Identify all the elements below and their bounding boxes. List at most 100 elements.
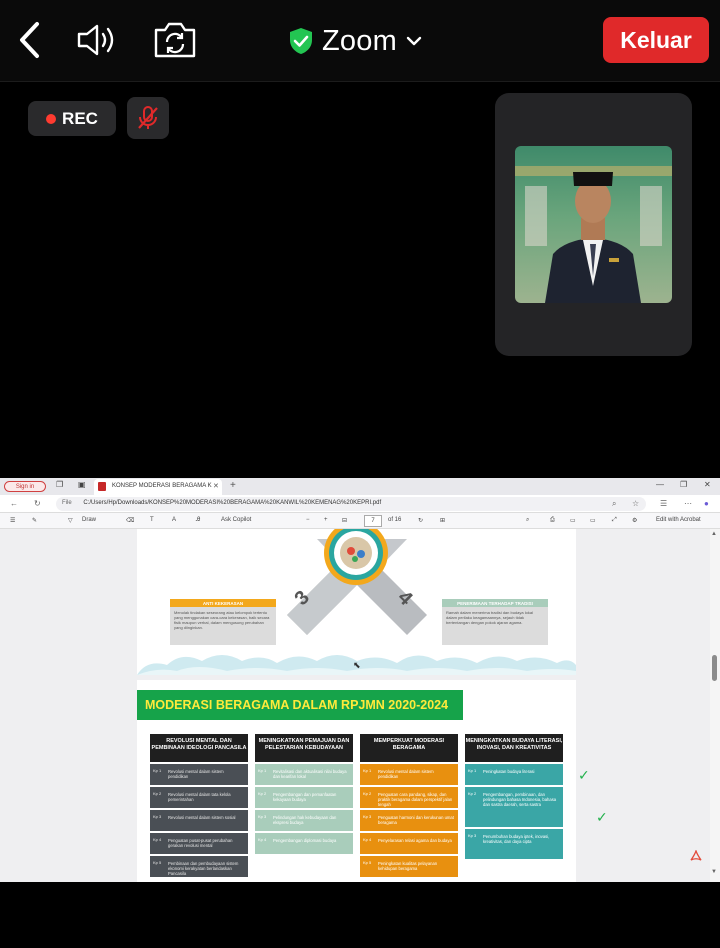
kp-label: Kp 3 (153, 814, 162, 819)
signin-button[interactable]: Sign in (4, 481, 46, 492)
scroll-down-icon[interactable]: ▼ (711, 869, 717, 875)
list-item: Kp 2 Revolusi mental dalam tata kelola pe… (150, 787, 248, 808)
translate-icon[interactable]: Ꭿ (196, 517, 200, 524)
close-window-icon[interactable]: ✕ (704, 480, 711, 489)
zoom-search-icon[interactable]: ⌕ (612, 499, 616, 509)
rec-label: REC (62, 108, 98, 128)
scrollbar-thumb[interactable] (712, 655, 717, 681)
check-annotation-icon: ✓ (596, 809, 608, 825)
add-text-icon[interactable]: T (150, 517, 154, 523)
recording-indicator[interactable]: REC (28, 101, 116, 136)
acrobat-icon[interactable] (690, 850, 702, 862)
draw-label[interactable]: Draw (82, 517, 96, 523)
zoom-in-icon[interactable]: + (324, 517, 328, 523)
pdf-page-rpjmn: MODERASI BERAGAMA DALAM RPJMN 2020-2024 … (137, 680, 576, 882)
kp-label: Kp 4 (363, 837, 372, 842)
more-options-icon[interactable]: ⋯ (684, 499, 692, 508)
shared-screen[interactable]: Sign in ❐ ▣ KONSEP MODERASI BERAGAMA K ✕… (0, 478, 720, 882)
column-header: MENINGKATKAN PEMAJUAN DAN PELESTARIAN KE… (255, 734, 353, 762)
scrollbar-track[interactable] (710, 529, 720, 882)
read-aloud-icon[interactable]: A (172, 517, 176, 523)
item-text: Revolusi mental dalam sistem sosial (168, 815, 236, 820)
switch-camera-button[interactable] (152, 18, 198, 62)
page-total: of 16 (388, 517, 402, 523)
favorites-icon[interactable]: ☰ (660, 499, 667, 508)
anti-violence-box: ANTI KEKERASAN Menolak tindakan seseoran… (170, 599, 276, 645)
list-item: Kp 4 Pengembangan diplomasi budaya (255, 833, 353, 854)
item-text: Revolusi mental dalam sistem pendidikan (378, 769, 434, 779)
url-text: C:/Users/Hp/Downloads/KONSEP%20MODERASI%… (83, 500, 382, 506)
edit-acrobat-button[interactable]: Edit with Acrobat (656, 517, 701, 523)
pdf-page-top: 3 4 ANTI KEKERASAN Menolak tindakan sese… (137, 529, 576, 675)
meeting-title-dropdown[interactable]: Zoom (288, 20, 423, 62)
speaker-button[interactable] (74, 18, 120, 62)
url-prefix: File (62, 500, 72, 506)
item-text: Revolusi mental dalam tata kelola pemeri… (168, 792, 231, 802)
tab-actions-icon[interactable]: ▣ (78, 480, 86, 489)
ask-copilot-button[interactable]: Ask Copilot (221, 517, 251, 523)
item-text: Pengembangan diplomasi budaya (273, 838, 337, 843)
print-icon[interactable]: ⎙ (550, 517, 555, 524)
list-item: Kp 5 Pembinaan dan pembudayaan sistem eko… (150, 856, 248, 877)
pdf-icon (98, 482, 106, 491)
kp-label: Kp 1 (258, 768, 267, 773)
favorite-star-icon[interactable]: ☆ (632, 499, 639, 508)
rotate-icon[interactable]: ↻ (418, 517, 423, 524)
url-field[interactable]: File C:/Users/Hp/Downloads/KONSEP%20MODE… (56, 497, 646, 511)
zoom-out-icon[interactable]: − (306, 517, 310, 523)
save-icon[interactable]: ▭ (570, 517, 576, 524)
back-button[interactable] (14, 18, 44, 62)
fit-page-icon[interactable]: ⊟ (342, 517, 347, 524)
reload-icon[interactable]: ↻ (34, 499, 41, 508)
check-annotation-icon: ✓ (578, 767, 590, 783)
chevron-down-icon (406, 36, 422, 46)
rpjmn-column: MEMPERKUAT MODERASI BERAGAMA Kp 1 Revolusi… (360, 734, 458, 877)
tab-close-icon[interactable]: ✕ (213, 482, 219, 490)
kp-label: Kp 2 (258, 791, 267, 796)
settings-icon[interactable]: ⚙ (632, 517, 637, 524)
eraser-icon[interactable]: ⌫ (126, 517, 134, 524)
expand-icon[interactable]: ⤢ (612, 517, 617, 524)
page-number-input[interactable]: 7 (364, 515, 382, 527)
item-text: Revitalisasi dan aktualisasi nilai buday… (273, 769, 347, 779)
kp-label: Kp 4 (258, 837, 267, 842)
pdf-viewer[interactable]: 3 4 ANTI KEKERASAN Menolak tindakan sese… (0, 529, 720, 882)
draw-icon[interactable]: ▽ (68, 517, 73, 524)
browser-tab-active[interactable]: KONSEP MODERASI BERAGAMA K (94, 479, 222, 495)
browser-tab-bar: Sign in ❐ ▣ KONSEP MODERASI BERAGAMA K ✕… (0, 478, 720, 495)
tradition-title: PENERIMAAN TERHADAP TRADISI (442, 599, 548, 607)
copilot-icon[interactable]: ● (704, 499, 709, 508)
mute-indicator[interactable] (127, 97, 169, 139)
list-item: Kp 3 Penguatan harmoni dan kerukunan umat… (360, 810, 458, 831)
item-text: Penguatan pusat-pusat perubahan gerakan … (168, 838, 233, 848)
kp-label: Kp 2 (363, 791, 372, 796)
column-header: MEMPERKUAT MODERASI BERAGAMA (360, 734, 458, 762)
chevron-left-icon (20, 22, 39, 58)
item-text: Penumbuhan budaya iptek, inovasi, kreati… (483, 834, 550, 844)
list-item: Kp 4 Penguatan pusat-pusat perubahan gera… (150, 833, 248, 854)
restore-icon[interactable]: ❐ (680, 480, 687, 489)
participant-video-tile[interactable] (495, 93, 692, 356)
list-item: Kp 1 Revolusi mental dalam sistem pendidi… (360, 764, 458, 785)
scroll-up-icon[interactable]: ▲ (711, 531, 717, 537)
list-item: Kp 3 Revolusi mental dalam sistem sosial (150, 810, 248, 831)
new-tab-icon[interactable]: + (230, 480, 236, 491)
contents-icon[interactable]: ☰ (10, 517, 15, 524)
minimize-icon[interactable]: — (656, 480, 664, 489)
back-arrow-icon[interactable]: ← (10, 499, 18, 508)
workspaces-icon[interactable]: ❐ (56, 480, 63, 489)
column-header: MENINGKATKAN BUDAYA LITERASI, INOVASI, D… (465, 734, 563, 762)
kp-label: Kp 3 (363, 814, 372, 819)
leave-button[interactable]: Keluar (603, 17, 709, 63)
item-text: Revolusi mental dalam sistem pendidikan (168, 769, 224, 779)
zoom-meeting-screen: Zoom Keluar REC Sign in ❐ ▣ KONSEP MODER… (0, 0, 720, 948)
top-bar: Zoom Keluar (0, 0, 720, 82)
highlight-icon[interactable]: ✎ (32, 517, 37, 524)
kp-label: Kp 1 (363, 768, 372, 773)
save-as-icon[interactable]: ▭ (590, 517, 596, 524)
rpjmn-column: MENINGKATKAN BUDAYA LITERASI, INOVASI, D… (465, 734, 563, 859)
search-pdf-icon[interactable]: ⌕ (526, 517, 529, 524)
kp-label: Kp 1 (153, 768, 162, 773)
page-view-icon[interactable]: ⊞ (440, 517, 445, 524)
item-text: Penguatan harmoni dan kerukunan umat ber… (378, 815, 454, 825)
